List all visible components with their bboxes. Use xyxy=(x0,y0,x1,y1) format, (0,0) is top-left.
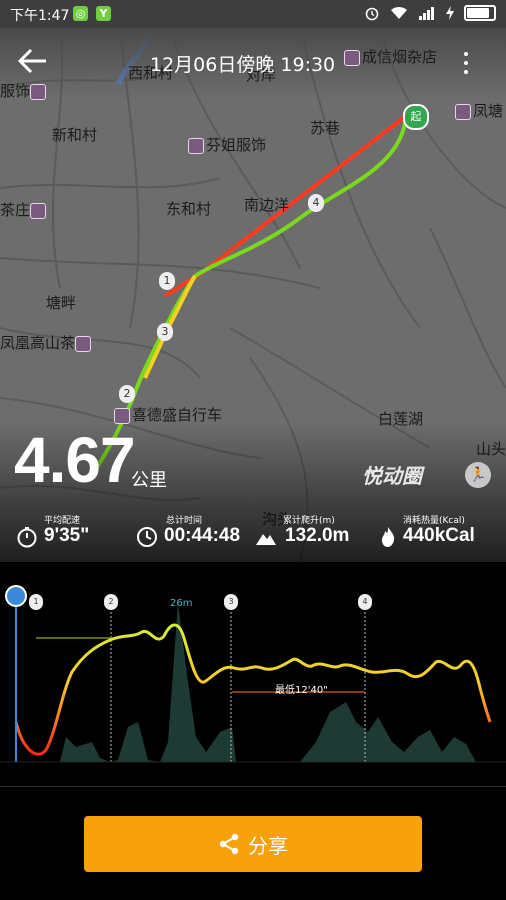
pace-elevation-chart[interactable]: 1 2 3 4 26m 最低12'40" xyxy=(0,562,506,786)
chart-canvas xyxy=(0,585,506,763)
map-label: 服饰 xyxy=(0,80,48,101)
km-marker[interactable]: 2 xyxy=(119,385,135,403)
map-label: 成信烟杂店 xyxy=(344,46,437,67)
clock-icon xyxy=(137,527,157,547)
poi-shop-icon xyxy=(75,335,92,352)
map-label: 塘畔 xyxy=(46,294,77,312)
divider xyxy=(0,786,506,787)
map-label: 凤凰高山茶 xyxy=(0,332,93,353)
chart-peak-label: 26m xyxy=(170,598,193,609)
charging-icon xyxy=(446,6,454,20)
status-time: 下午1:47 xyxy=(10,8,70,24)
share-button[interactable]: 分享 xyxy=(84,816,422,872)
elevation-area xyxy=(60,602,476,762)
runner-icon: 🏃 xyxy=(465,462,491,488)
chart-km-marker: 2 xyxy=(104,594,118,610)
map-label: 茶庄 xyxy=(0,199,48,220)
poi-shop-icon xyxy=(30,83,47,100)
wifi-icon xyxy=(391,6,407,19)
poi-shop-icon xyxy=(344,49,360,66)
alarm-icon xyxy=(365,7,379,21)
map-label: 苏巷 xyxy=(310,119,341,137)
status-bar: 下午1:47 ◎ Y xyxy=(0,0,506,28)
arrow-left-icon xyxy=(17,48,46,74)
km-marker[interactable]: 1 xyxy=(159,272,175,290)
map-label: 凤塘 xyxy=(455,100,503,121)
map-label: 芬姐服饰 xyxy=(188,134,266,155)
chart-km-marker: 4 xyxy=(358,594,372,610)
battery-icon xyxy=(464,5,496,21)
poi-shop-icon xyxy=(30,202,47,219)
flame-icon xyxy=(382,527,395,547)
chart-km-marker: 3 xyxy=(224,594,238,610)
poi-shop-icon xyxy=(188,137,204,154)
poi-place-icon xyxy=(455,103,471,120)
map-label: 南边洋 xyxy=(244,196,290,214)
more-menu-button[interactable] xyxy=(464,52,470,76)
km-marker[interactable]: 4 xyxy=(308,194,324,212)
pace-line xyxy=(14,623,492,756)
chart-cursor-handle[interactable] xyxy=(5,585,27,607)
back-button[interactable] xyxy=(17,48,48,74)
distance-unit: 公里 xyxy=(131,470,167,491)
signal-icon xyxy=(419,7,434,20)
app-notification-icon-2: Y xyxy=(96,6,111,21)
distance-value: 4.67 xyxy=(14,424,136,496)
mountain-icon xyxy=(256,534,276,545)
app-notification-icon: ◎ xyxy=(73,6,88,21)
start-marker[interactable]: 起 xyxy=(403,104,429,130)
map-label: 东和村 xyxy=(166,200,212,218)
share-label: 分享 xyxy=(248,833,288,858)
stats-bar: 平均配速 9'35" 总计时间 00:44:48 累计爬升(m) 132.0m … xyxy=(0,510,506,562)
chart-km-marker: 1 xyxy=(29,594,43,610)
share-icon xyxy=(219,833,239,855)
stopwatch-icon xyxy=(17,527,37,548)
map-label: 新和村 xyxy=(52,126,98,144)
brand-logo: 悦动圈 xyxy=(362,464,422,488)
page-title: 12月06日傍晚 19:30 xyxy=(150,54,336,76)
km-marker[interactable]: 3 xyxy=(157,323,173,341)
chart-min-pace-label: 最低12'40" xyxy=(275,685,328,696)
route-map[interactable]: 西和村 成信烟杂店 对岸 服饰 新和村 芬姐服饰 苏巷 凤塘 茶庄 东和村 南边… xyxy=(0,28,506,562)
